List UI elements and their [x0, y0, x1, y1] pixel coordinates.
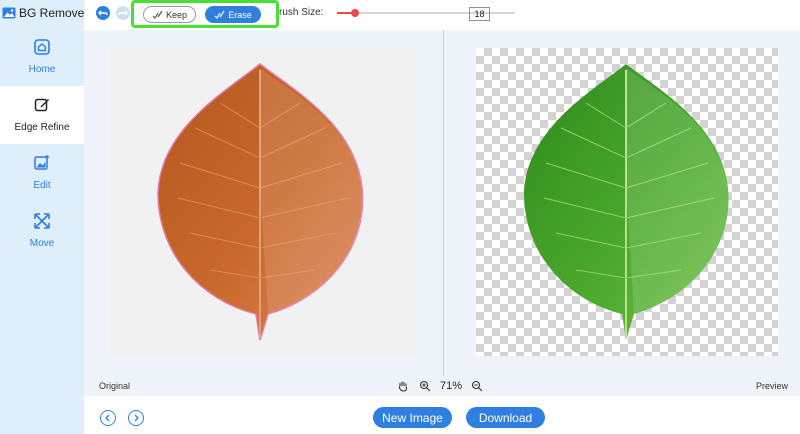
brush-erase-icon	[214, 10, 225, 19]
next-button[interactable]	[128, 410, 144, 426]
status-bar: Original 71% Preview	[84, 376, 800, 396]
download-button[interactable]: Download	[466, 407, 545, 428]
zoom-out-icon[interactable]	[470, 379, 484, 393]
brand: BG Remover	[2, 5, 88, 21]
home-icon	[31, 36, 53, 58]
brush-mode-group: Keep Erase	[131, 0, 279, 28]
toolbar: Keep Erase rush Size: 18	[84, 0, 800, 30]
image-edit-icon	[31, 152, 53, 174]
redo-button[interactable]	[116, 6, 130, 20]
original-label: Original	[99, 381, 131, 391]
original-leaf-image	[157, 63, 364, 341]
zoom-in-icon[interactable]	[418, 379, 432, 393]
keep-button[interactable]: Keep	[143, 6, 196, 23]
erase-button[interactable]: Erase	[205, 6, 261, 23]
preview-image-panel[interactable]	[476, 48, 778, 356]
sidebar-item-home[interactable]: Home	[0, 28, 84, 86]
move-arrows-icon	[31, 210, 53, 232]
app-title: BG Remover	[19, 6, 89, 20]
chevron-right-icon	[134, 414, 139, 422]
edit-pen-icon	[31, 94, 53, 116]
brush-size-label: rush Size:	[279, 7, 324, 18]
zoom-controls: 71%	[396, 378, 484, 394]
undo-button[interactable]	[96, 6, 110, 20]
undo-icon	[98, 10, 108, 16]
app-window: BG Remover Home Edge Refine Edit Move Ke…	[0, 0, 800, 434]
keep-label: Keep	[165, 9, 188, 20]
preview-leaf-image	[524, 64, 729, 340]
previous-button[interactable]	[100, 410, 116, 426]
erase-label: Erase	[228, 9, 252, 20]
sidebar-item-move[interactable]: Move	[0, 202, 84, 260]
sidebar: BG Remover Home Edge Refine Edit Move	[0, 0, 88, 434]
sidebar-item-label: Home	[28, 64, 56, 75]
brush-size-value[interactable]: 18	[469, 7, 490, 21]
brush-keep-icon	[152, 10, 163, 19]
redo-icon	[118, 10, 128, 16]
hand-icon[interactable]	[396, 379, 410, 393]
new-image-button[interactable]: New Image	[373, 407, 452, 428]
preview-label: Preview	[755, 381, 788, 391]
original-image-panel[interactable]	[110, 48, 416, 356]
bottom-bar: New Image Download	[84, 396, 800, 434]
sidebar-item-label: Edge Refine	[14, 122, 70, 133]
sidebar-item-edge-refine[interactable]: Edge Refine	[0, 86, 84, 144]
panel-divider	[443, 30, 444, 376]
canvas-area	[84, 30, 800, 376]
slider-thumb[interactable]	[350, 9, 359, 17]
app-logo-icon	[2, 7, 16, 19]
sidebar-item-label: Edit	[33, 180, 51, 191]
sidebar-item-label: Move	[29, 238, 55, 249]
sidebar-item-edit[interactable]: Edit	[0, 144, 84, 202]
chevron-left-icon	[105, 414, 110, 422]
zoom-level: 71%	[440, 380, 463, 392]
